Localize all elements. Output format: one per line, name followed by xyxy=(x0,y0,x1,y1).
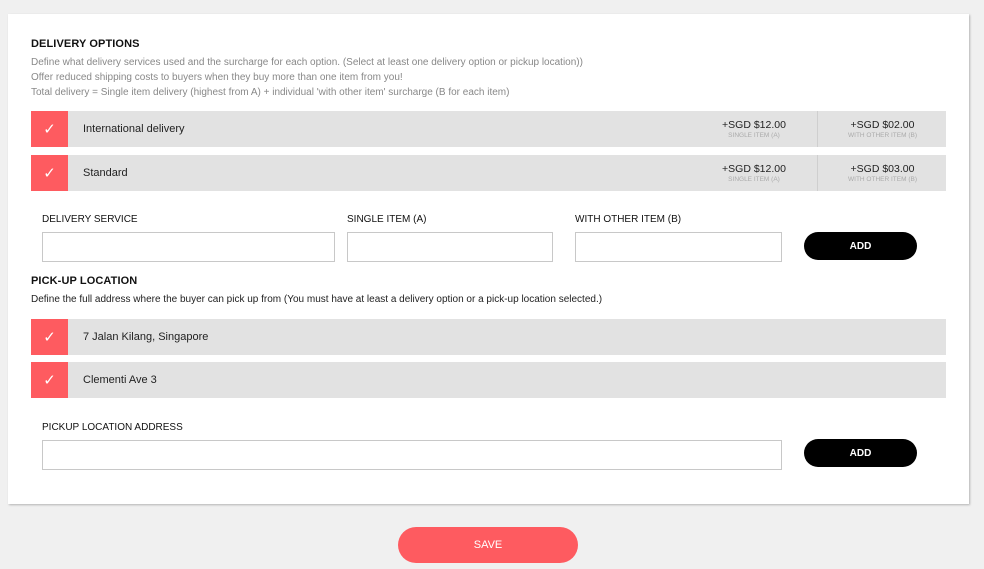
single-item-price-caption: SINGLE ITEM (A) xyxy=(728,132,780,139)
single-item-price-value: +SGD $12.00 xyxy=(722,163,786,175)
settings-card: DELIVERY OPTIONS Define what delivery se… xyxy=(8,14,969,504)
other-item-price: +SGD $02.00 WITH OTHER ITEM (B) xyxy=(817,111,947,147)
pickup-location-row: ✓ Clementi Ave 3 xyxy=(31,362,946,398)
single-item-price: +SGD $12.00 SINGLE ITEM (A) xyxy=(689,155,819,191)
pickup-description: Define the full address where the buyer … xyxy=(31,294,603,305)
other-item-price-value: +SGD $03.00 xyxy=(850,163,915,175)
checkbox-checked-icon[interactable]: ✓ xyxy=(31,155,68,191)
delivery-option-label: Standard xyxy=(83,167,128,179)
delivery-desc-line-1: Define what delivery services used and t… xyxy=(31,57,583,68)
delivery-option-row: ✓ Standard +SGD $12.00 SINGLE ITEM (A) +… xyxy=(31,155,946,191)
other-item-price-caption: WITH OTHER ITEM (B) xyxy=(848,176,917,183)
add-delivery-button[interactable]: ADD xyxy=(804,232,917,260)
delivery-options-title: DELIVERY OPTIONS xyxy=(31,38,140,50)
pickup-address-label: PICKUP LOCATION ADDRESS xyxy=(42,422,183,433)
delivery-desc-line-3: Total delivery = Single item delivery (h… xyxy=(31,87,510,98)
pickup-address-input[interactable] xyxy=(42,440,782,470)
single-item-price-value: +SGD $12.00 xyxy=(722,119,786,131)
delivery-service-label: DELIVERY SERVICE xyxy=(42,214,138,225)
single-item-price-input[interactable] xyxy=(347,232,553,262)
checkbox-checked-icon[interactable]: ✓ xyxy=(31,111,68,147)
checkbox-checked-icon[interactable]: ✓ xyxy=(31,319,68,355)
pickup-location-label: Clementi Ave 3 xyxy=(83,374,157,386)
delivery-option-row: ✓ International delivery +SGD $12.00 SIN… xyxy=(31,111,946,147)
save-button[interactable]: SAVE xyxy=(398,527,578,563)
delivery-service-input[interactable] xyxy=(42,232,335,262)
single-item-price-caption: SINGLE ITEM (A) xyxy=(728,176,780,183)
single-item-label: SINGLE ITEM (A) xyxy=(347,214,427,225)
other-item-price: +SGD $03.00 WITH OTHER ITEM (B) xyxy=(817,155,947,191)
other-item-price-caption: WITH OTHER ITEM (B) xyxy=(848,132,917,139)
delivery-description: Define what delivery services used and t… xyxy=(31,55,583,100)
delivery-option-label: International delivery xyxy=(83,123,185,135)
delivery-desc-line-2: Offer reduced shipping costs to buyers w… xyxy=(31,72,403,83)
add-pickup-button[interactable]: ADD xyxy=(804,439,917,467)
single-item-price: +SGD $12.00 SINGLE ITEM (A) xyxy=(689,111,819,147)
with-other-item-label: WITH OTHER ITEM (B) xyxy=(575,214,682,225)
other-item-price-value: +SGD $02.00 xyxy=(850,119,915,131)
pickup-location-row: ✓ 7 Jalan Kilang, Singapore xyxy=(31,319,946,355)
checkbox-checked-icon[interactable]: ✓ xyxy=(31,362,68,398)
pickup-location-label: 7 Jalan Kilang, Singapore xyxy=(83,331,209,343)
with-other-item-price-input[interactable] xyxy=(575,232,782,262)
pickup-location-title: PICK-UP LOCATION xyxy=(31,275,138,287)
